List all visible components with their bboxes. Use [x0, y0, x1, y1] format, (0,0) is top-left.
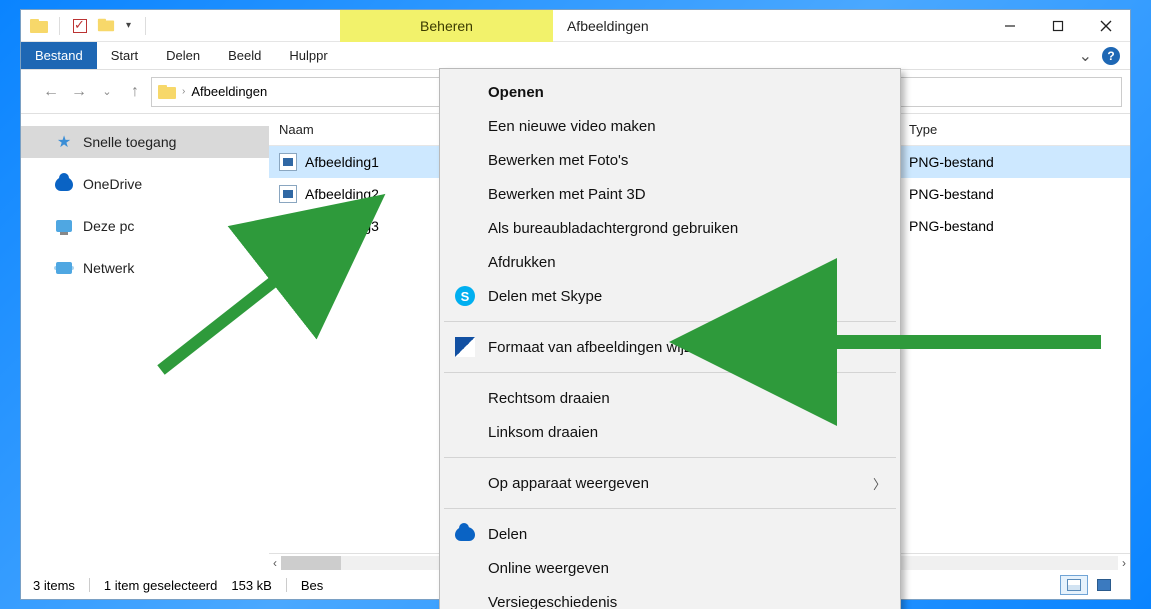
file-type: PNG-bestand: [899, 218, 1130, 234]
column-type-label: Type: [909, 122, 937, 137]
ctx-separator: [444, 457, 896, 458]
sidebar-item-onedrive[interactable]: OneDrive: [21, 168, 269, 200]
separator: [286, 578, 287, 592]
sidebar-item-label: Netwerk: [83, 260, 134, 276]
ctx-resize-images[interactable]: Formaat van afbeeldingen wijzigen: [440, 330, 900, 364]
ribbon-tabs: Bestand Start Delen Beeld Hulppr ⌄ ?: [21, 42, 1130, 70]
network-icon: [55, 259, 73, 277]
minimize-button[interactable]: [986, 10, 1034, 42]
sidebar-item-label: Snelle toegang: [83, 134, 176, 150]
ctx-separator: [444, 508, 896, 509]
quick-access-toolbar: ▾: [21, 16, 150, 36]
window-controls: [986, 10, 1130, 42]
forward-button[interactable]: →: [67, 80, 91, 104]
pc-icon: [55, 217, 73, 235]
scroll-right-button[interactable]: ›: [1122, 556, 1126, 570]
status-item-count: 3 items: [33, 578, 75, 593]
ctx-share[interactable]: Delen: [440, 517, 900, 551]
ctx-edit-paint3d[interactable]: Bewerken met Paint 3D: [440, 177, 900, 211]
column-header-type[interactable]: Type: [899, 114, 1130, 145]
sidebar-item-network[interactable]: Netwerk: [21, 252, 269, 284]
ctx-separator: [444, 372, 896, 373]
separator: [89, 578, 90, 592]
ctx-rotate-right[interactable]: Rechtsom draaien: [440, 381, 900, 415]
status-extra: Bes: [301, 578, 323, 593]
window-title: Afbeeldingen: [553, 18, 663, 34]
new-folder-icon[interactable]: [96, 16, 116, 36]
separator: [145, 17, 146, 35]
close-button[interactable]: [1082, 10, 1130, 42]
submenu-arrow-icon: 〉: [873, 474, 886, 493]
status-selected: 1 item geselecteerd: [104, 578, 217, 593]
maximize-button[interactable]: [1034, 10, 1082, 42]
collapse-ribbon-button[interactable]: ⌄: [1079, 46, 1092, 66]
ctx-version-history[interactable]: Versiegeschiedenis: [440, 585, 900, 609]
file-type: PNG-bestand: [899, 186, 1130, 202]
folder-icon: [29, 16, 49, 36]
ctx-new-video[interactable]: Een nieuwe video maken: [440, 109, 900, 143]
onedrive-icon: [454, 527, 476, 541]
ctx-rotate-left[interactable]: Linksom draaien: [440, 415, 900, 449]
skype-icon: S: [454, 286, 476, 306]
view-details-button[interactable]: [1060, 575, 1088, 595]
status-size: 153 kB: [231, 578, 271, 593]
ctx-share-skype[interactable]: SDelen met Skype: [440, 279, 900, 313]
manage-context-tab[interactable]: Beheren: [340, 10, 553, 42]
tab-tools[interactable]: Hulppr: [275, 42, 341, 69]
qat-dropdown[interactable]: ▾: [122, 20, 135, 31]
scroll-thumb[interactable]: [281, 556, 341, 570]
breadcrumb-separator: ›: [182, 86, 185, 97]
ctx-open[interactable]: Openen: [440, 75, 900, 109]
context-menu: Openen Een nieuwe video maken Bewerken m…: [439, 68, 901, 609]
onedrive-icon: [55, 175, 73, 193]
back-button[interactable]: ←: [39, 80, 63, 104]
file-name: Afbeelding3: [305, 218, 379, 234]
ctx-separator: [444, 321, 896, 322]
sidebar-item-label: Deze pc: [83, 218, 134, 234]
resize-icon: [454, 337, 476, 357]
ctx-print[interactable]: Afdrukken: [440, 245, 900, 279]
ctx-set-wallpaper[interactable]: Als bureaubladachtergrond gebruiken: [440, 211, 900, 245]
sidebar-item-quick-access[interactable]: ★ Snelle toegang: [21, 126, 269, 158]
ctx-edit-photos[interactable]: Bewerken met Foto's: [440, 143, 900, 177]
sidebar-item-label: OneDrive: [83, 176, 142, 192]
breadcrumb-location[interactable]: Afbeeldingen: [191, 84, 267, 99]
tab-file[interactable]: Bestand: [21, 42, 97, 69]
recent-locations-button[interactable]: ⌄: [95, 80, 119, 104]
file-name: Afbeelding1: [305, 154, 379, 170]
image-file-icon: [279, 153, 297, 171]
view-thumbnails-button[interactable]: [1090, 575, 1118, 595]
sidebar-item-this-pc[interactable]: Deze pc: [21, 210, 269, 242]
navigation-pane: ★ Snelle toegang OneDrive Deze pc Netwer…: [21, 114, 269, 571]
file-name: Afbeelding2: [305, 186, 379, 202]
folder-icon: [158, 85, 176, 99]
file-type: PNG-bestand: [899, 154, 1130, 170]
tab-view[interactable]: Beeld: [214, 42, 275, 69]
help-button[interactable]: ?: [1102, 47, 1120, 65]
ctx-view-online[interactable]: Online weergeven: [440, 551, 900, 585]
ribbon-context-title: Beheren: [340, 10, 553, 42]
up-button[interactable]: ↑: [123, 80, 147, 104]
titlebar: ▾ Beheren Afbeeldingen: [21, 10, 1130, 42]
star-icon: ★: [55, 133, 73, 151]
tab-home[interactable]: Start: [97, 42, 152, 69]
image-file-icon: [279, 217, 297, 235]
tab-share[interactable]: Delen: [152, 42, 214, 69]
properties-icon[interactable]: [70, 16, 90, 36]
scroll-left-button[interactable]: ‹: [273, 556, 277, 570]
column-name-label: Naam: [279, 122, 314, 137]
separator: [59, 17, 60, 35]
image-file-icon: [279, 185, 297, 203]
ctx-show-on-device[interactable]: Op apparaat weergeven〉: [440, 466, 900, 500]
explorer-window: ▾ Beheren Afbeeldingen Bestand Start Del…: [20, 9, 1131, 600]
